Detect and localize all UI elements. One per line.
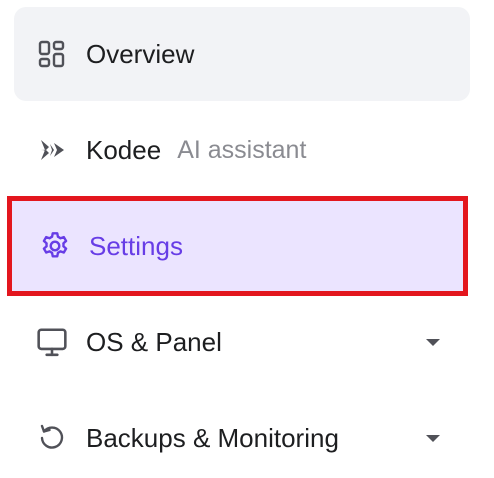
sidebar-item-os-panel[interactable]: OS & Panel: [14, 296, 470, 388]
chevron-down-icon[interactable]: [426, 339, 440, 346]
sidebar-item-label: Backups & Monitoring: [86, 422, 339, 453]
sidebar-item-label: Overview: [86, 38, 195, 69]
gear-icon: [38, 229, 72, 263]
sidebar-item-kodee[interactable]: Kodee AI assistant: [14, 104, 470, 196]
chevron-down-icon[interactable]: [426, 435, 440, 442]
sidebar-item-settings[interactable]: Settings: [7, 196, 468, 296]
sidebar-item-label: Kodee: [86, 134, 162, 165]
restore-icon: [35, 421, 69, 455]
sidebar-item-label: OS & Panel: [86, 326, 222, 357]
sidebar-item-label: Settings: [89, 230, 183, 261]
overview-grid-icon: [35, 37, 69, 71]
sidebar-item-backups[interactable]: Backups & Monitoring: [14, 392, 470, 478]
sidebar-item-overview[interactable]: Overview: [14, 7, 470, 101]
kodee-sparkle-icon: [35, 133, 69, 167]
sidebar-item-sublabel: AI assistant: [177, 135, 307, 164]
sidebar-nav: Overview Kodee AI assistant Settings OS …: [0, 0, 494, 478]
monitor-icon: [35, 325, 69, 359]
